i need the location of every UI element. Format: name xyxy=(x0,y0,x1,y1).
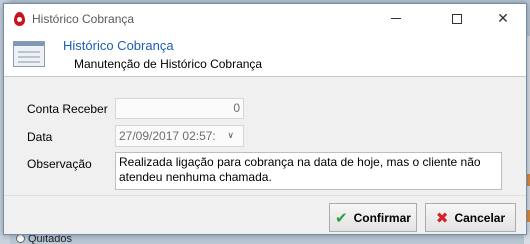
header-title: Histórico Cobrança xyxy=(63,38,174,53)
background-radio[interactable] xyxy=(16,234,25,243)
data-label: Data xyxy=(27,130,53,144)
title-bar[interactable]: Histórico Cobrança ✕ xyxy=(4,4,526,33)
maximize-icon xyxy=(452,13,462,24)
observacao-label: Observação xyxy=(27,157,92,171)
maximize-button[interactable] xyxy=(435,4,479,33)
app-drop-icon xyxy=(14,11,25,26)
conta-receber-field[interactable]: 0 xyxy=(115,98,244,119)
historico-cobranca-dialog: Histórico Cobrança ✕ Histórico Cobrança … xyxy=(3,3,527,235)
cancelar-button[interactable]: ✖ Cancelar xyxy=(425,203,516,232)
confirmar-label: Confirmar xyxy=(353,210,411,225)
conta-receber-label: Conta Receber xyxy=(27,102,108,116)
confirmar-button[interactable]: ✔ Confirmar xyxy=(329,203,417,232)
footer-divider xyxy=(4,195,526,196)
header-subtitle: Manutenção de Histórico Cobrança xyxy=(74,57,263,71)
dialog-header: Histórico Cobrança Manutenção de Históri… xyxy=(4,33,526,77)
data-datetime-picker[interactable]: 27/09/2017 02:57: ∨ xyxy=(115,125,244,147)
close-icon: ✕ xyxy=(497,10,509,27)
checkmark-icon: ✔ xyxy=(335,208,348,227)
close-button[interactable]: ✕ xyxy=(481,4,525,33)
data-value: 27/09/2017 02:57: xyxy=(119,129,216,143)
cancelar-label: Cancelar xyxy=(454,210,506,225)
minimize-button[interactable] xyxy=(374,4,418,33)
chevron-down-icon[interactable]: ∨ xyxy=(227,131,234,141)
form-window-icon xyxy=(13,41,45,67)
window-title: Histórico Cobrança xyxy=(32,11,135,26)
observacao-textarea[interactable]: Realizada ligação para cobrança na data … xyxy=(115,152,502,190)
minimize-icon xyxy=(391,18,401,19)
cancel-x-icon: ✖ xyxy=(435,208,449,227)
